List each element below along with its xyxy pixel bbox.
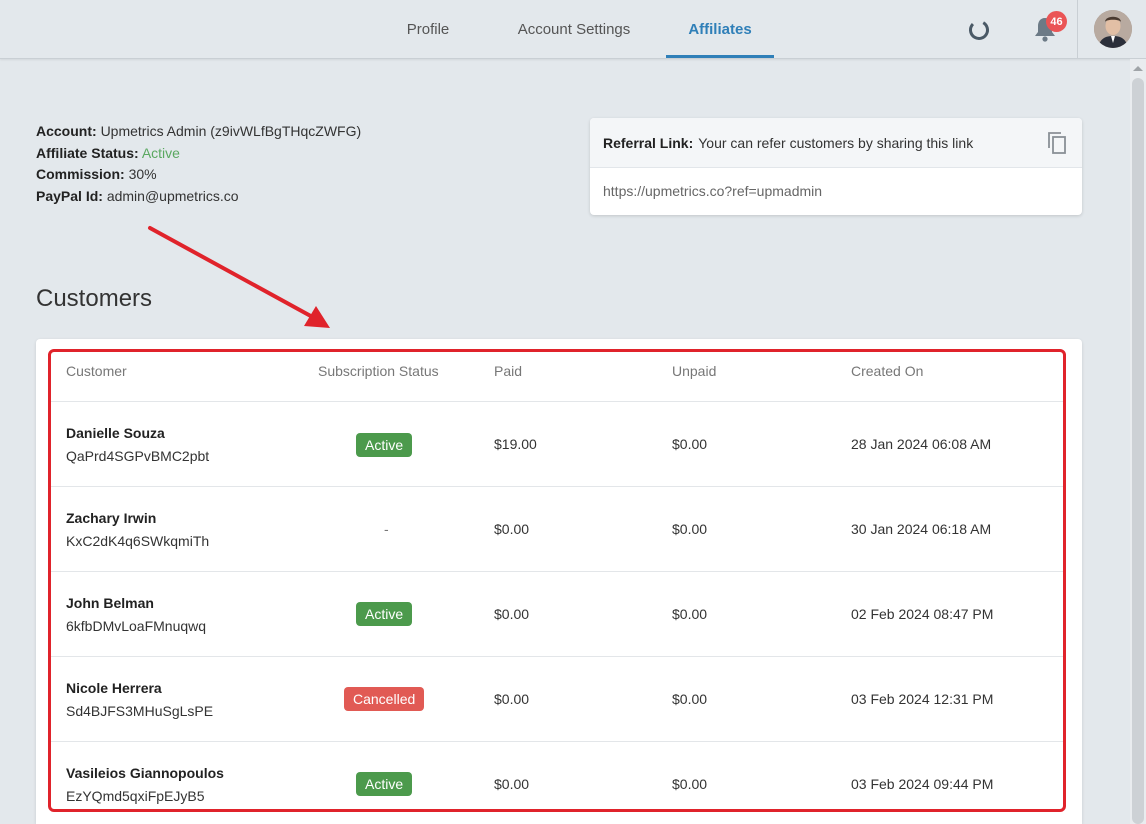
commission-line: Commission: 30%: [36, 164, 361, 186]
tab-profile[interactable]: Profile: [388, 0, 468, 59]
affiliate-status-label: Affiliate Status:: [36, 144, 139, 161]
account-label: Account:: [36, 123, 97, 139]
created-on-date: 02 Feb 2024 08:47 PM: [851, 606, 994, 622]
paid-amount: $0.00: [494, 776, 530, 792]
table-row[interactable]: Nicole Herrera Sd4BJFS3MHuSgLsPE Cancell…: [50, 656, 1064, 741]
paypal-label: PayPal Id:: [36, 187, 103, 204]
table-row[interactable]: John Belman 6kfbDMvLoaFMnuqwq Active $0.…: [50, 571, 1064, 656]
scrollbar-thumb[interactable]: [1132, 78, 1144, 824]
commission-value: 30%: [128, 166, 157, 182]
created-on-date: 03 Feb 2024 12:31 PM: [851, 691, 994, 707]
created-on-date: 03 Feb 2024 09:44 PM: [851, 776, 994, 792]
referral-card-header: Referral Link: Your can refer customers …: [590, 118, 1082, 168]
table-row[interactable]: Vasileios Giannopoulos EzYQmd5qxiFpEJyB5…: [50, 741, 1064, 824]
annotation-arrow: [148, 226, 330, 328]
user-avatar[interactable]: [1094, 10, 1132, 48]
affiliate-account-info: Account: Upmetrics Admin (z9ivWLfBgTHqcZ…: [36, 121, 361, 207]
account-line: Account: Upmetrics Admin (z9ivWLfBgTHqcZ…: [36, 121, 361, 143]
status-badge: Active: [356, 602, 413, 626]
column-header-paid[interactable]: Paid: [494, 361, 522, 381]
scroll-up-arrow-icon[interactable]: [1133, 66, 1143, 71]
customer-id: Sd4BJFS3MHuSgLsPE: [66, 703, 214, 719]
top-navigation-bar: Profile Account Settings Affiliates 46: [0, 0, 1146, 59]
paid-amount: $0.00: [494, 521, 530, 537]
paypal-value: admin@upmetrics.co: [106, 187, 239, 204]
customer-id: EzYQmd5qxiFpEJyB5: [66, 788, 205, 804]
status-empty: -: [384, 521, 389, 537]
unpaid-amount: $0.00: [672, 776, 708, 792]
column-header-subscription-status[interactable]: Subscription Status: [318, 361, 439, 381]
paid-amount: $0.00: [494, 691, 530, 707]
referral-link-description: Your can refer customers by sharing this…: [698, 134, 974, 151]
customer-name: Vasileios Giannopoulos: [66, 765, 224, 781]
affiliate-status-value: Active: [141, 144, 180, 161]
status-badge: Cancelled: [344, 687, 425, 711]
commission-label: Commission:: [36, 166, 125, 182]
notification-count-badge: 46: [1046, 11, 1067, 32]
status-badge: Active: [356, 772, 413, 796]
header-divider: [1077, 0, 1078, 59]
customer-id: QaPrd4SGPvBMC2pbt: [66, 448, 210, 464]
unpaid-amount: $0.00: [672, 436, 708, 452]
status-badge: Active: [356, 433, 413, 457]
unpaid-amount: $0.00: [672, 691, 708, 707]
unpaid-amount: $0.00: [672, 521, 708, 537]
unpaid-amount: $0.00: [672, 606, 708, 622]
customer-name: Nicole Herrera: [66, 680, 162, 696]
referral-url[interactable]: https://upmetrics.co?ref=upmadmin: [590, 168, 1082, 214]
affiliate-status-line: Affiliate Status: Active: [36, 143, 361, 165]
customer-name: Danielle Souza: [66, 425, 165, 441]
customer-id: 6kfbDMvLoaFMnuqwq: [66, 618, 207, 634]
customers-section-title: Customers: [36, 285, 153, 312]
customer-id: KxC2dK4q6SWkqmiTh: [66, 533, 210, 549]
active-tab-indicator: [666, 55, 774, 58]
paid-amount: $19.00: [494, 436, 537, 452]
tab-affiliates[interactable]: Affiliates: [666, 0, 774, 59]
column-header-created-on[interactable]: Created On: [851, 361, 923, 381]
column-header-customer[interactable]: Customer: [66, 361, 127, 381]
referral-link-label: Referral Link:: [603, 134, 694, 151]
paid-amount: $0.00: [494, 606, 530, 622]
created-on-date: 28 Jan 2024 06:08 AM: [851, 436, 992, 452]
table-row[interactable]: Danielle Souza QaPrd4SGPvBMC2pbt Active …: [50, 401, 1064, 486]
tab-account-settings[interactable]: Account Settings: [500, 0, 648, 59]
created-on-date: 30 Jan 2024 06:18 AM: [851, 521, 992, 537]
account-value: Upmetrics Admin (z9ivWLfBgTHqcZWFG): [100, 123, 362, 139]
copy-icon[interactable]: [1046, 131, 1068, 155]
customer-name: John Belman: [66, 595, 154, 611]
table-row[interactable]: Zachary Irwin KxC2dK4q6SWkqmiTh - $0.00 …: [50, 486, 1064, 571]
column-header-unpaid[interactable]: Unpaid: [672, 361, 716, 381]
customer-name: Zachary Irwin: [66, 510, 157, 526]
paypal-line: PayPal Id: admin@upmetrics.co: [36, 186, 361, 208]
loading-spinner-icon[interactable]: [968, 19, 990, 41]
referral-link-card: Referral Link: Your can refer customers …: [590, 118, 1082, 215]
